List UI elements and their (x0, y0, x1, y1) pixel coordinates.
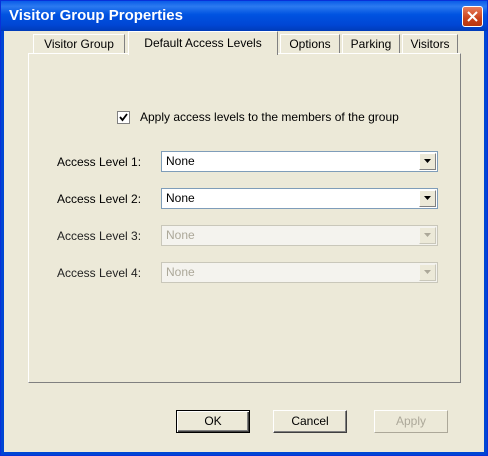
dropdown-arrow-icon[interactable] (419, 153, 436, 170)
tab-visitor-group[interactable]: Visitor Group (33, 34, 125, 54)
access-level-1-select[interactable]: None (161, 151, 438, 172)
access-level-2-value: None (166, 191, 195, 205)
access-level-3-value: None (166, 228, 195, 242)
tab-label: Visitor Group (44, 37, 114, 51)
tab-label: Visitors (410, 37, 450, 51)
access-level-4-select: None (161, 262, 438, 283)
tab-panel (28, 53, 461, 383)
tab-options[interactable]: Options (280, 34, 340, 54)
apply-access-levels-checkbox[interactable] (117, 111, 130, 124)
access-level-4-value: None (166, 265, 195, 279)
ok-button[interactable]: OK (176, 410, 250, 433)
close-button[interactable] (462, 6, 483, 27)
apply-button: Apply (374, 410, 448, 433)
cancel-button[interactable]: Cancel (273, 410, 347, 433)
dropdown-arrow-icon (419, 264, 436, 281)
tab-label: Parking (350, 37, 392, 51)
access-level-1-value: None (166, 154, 195, 168)
apply-access-levels-label[interactable]: Apply access levels to the members of th… (140, 110, 399, 124)
access-level-3-label: Access Level 3: (57, 229, 142, 243)
tab-visitors[interactable]: Visitors (402, 34, 458, 54)
window-title: Visitor Group Properties (9, 7, 183, 24)
tab-label: Options (289, 37, 331, 51)
access-level-3-select: None (161, 225, 438, 246)
access-level-1-label: Access Level 1: (57, 155, 142, 169)
window-frame-right (484, 31, 487, 455)
title-bar[interactable]: Visitor Group Properties (1, 1, 487, 31)
window-frame-bottom (1, 452, 487, 455)
tab-parking[interactable]: Parking (342, 34, 400, 54)
access-level-4-label: Access Level 4: (57, 266, 142, 280)
access-level-2-label: Access Level 2: (57, 192, 142, 206)
window-frame-left (1, 31, 4, 455)
tab-default-access-levels[interactable]: Default Access Levels (128, 31, 278, 55)
access-level-2-select[interactable]: None (161, 188, 438, 209)
dropdown-arrow-icon[interactable] (419, 190, 436, 207)
tab-label: Default Access Levels (144, 36, 262, 50)
dropdown-arrow-icon (419, 227, 436, 244)
